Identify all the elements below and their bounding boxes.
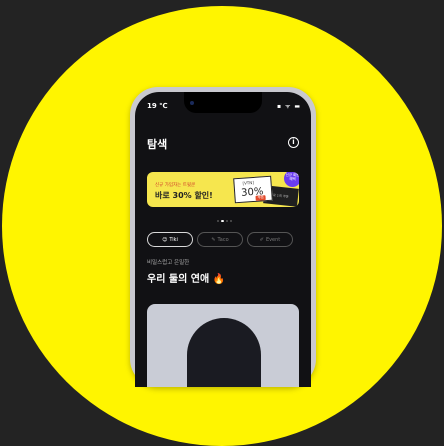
new-member-badge: 신규 회원 혜택 [284, 172, 299, 187]
section-subtitle: 비밀스럽고 은밀한 [147, 260, 190, 266]
tab-tiki[interactable]: 😊 Tiki [147, 232, 193, 247]
status-time: 19 ℃ [147, 102, 168, 110]
phone-mockup: 19 ℃ ▪ ᯤ ▬ 탐색 i 신규 가입자는 트윗쿤 바로 30% 할인! 무… [130, 87, 316, 387]
ticket-label: [VTN] [242, 179, 254, 186]
banner-title: 바로 30% 할인! [155, 191, 213, 200]
carousel-dot[interactable] [226, 220, 228, 222]
section-title: 우리 둘의 연애 🔥 [147, 274, 226, 285]
promo-banner[interactable]: 신규 가입자는 트윗쿤 바로 30% 할인! 무료 1회 쿠폰 [VTN] 30… [147, 172, 299, 207]
dark-ticket-text: 무료 1회 쿠폰 [269, 192, 289, 199]
smile-icon: 😊 [162, 236, 168, 243]
phone-screen: 19 ℃ ▪ ᯤ ▬ 탐색 i 신규 가입자는 트윗쿤 바로 30% 할인! 무… [135, 92, 311, 387]
tab-event[interactable]: ✐ Event [247, 232, 293, 247]
carousel-dot-active[interactable] [221, 220, 224, 222]
page-title: 탐색 [147, 138, 168, 151]
banner-subtitle: 신규 가입자는 트윗쿤 [155, 183, 196, 188]
tab-label: Taco [217, 236, 229, 243]
coupon-ticket: [VTN] 30% 쿠폰 [233, 175, 273, 204]
tab-taco[interactable]: ✎ Taco [197, 232, 243, 247]
ticket-stamp: 쿠폰 [255, 195, 267, 201]
status-icons: ▪ ᯤ ▬ [276, 103, 301, 110]
category-tabs: 😊 Tiki ✎ Taco ✐ Event [147, 232, 293, 247]
carousel-dot[interactable] [217, 220, 219, 222]
phone-notch [184, 92, 262, 113]
carousel-dots [217, 220, 232, 222]
info-icon[interactable]: i [288, 137, 299, 148]
story-card[interactable] [147, 304, 299, 387]
wand-icon: ✐ [259, 236, 264, 243]
tab-label: Event [265, 236, 281, 243]
tab-label: Tiki [169, 236, 178, 243]
pencil-icon: ✎ [211, 236, 216, 243]
portrait-photo [187, 318, 261, 387]
camera-icon [190, 101, 194, 105]
carousel-dot[interactable] [230, 220, 232, 222]
